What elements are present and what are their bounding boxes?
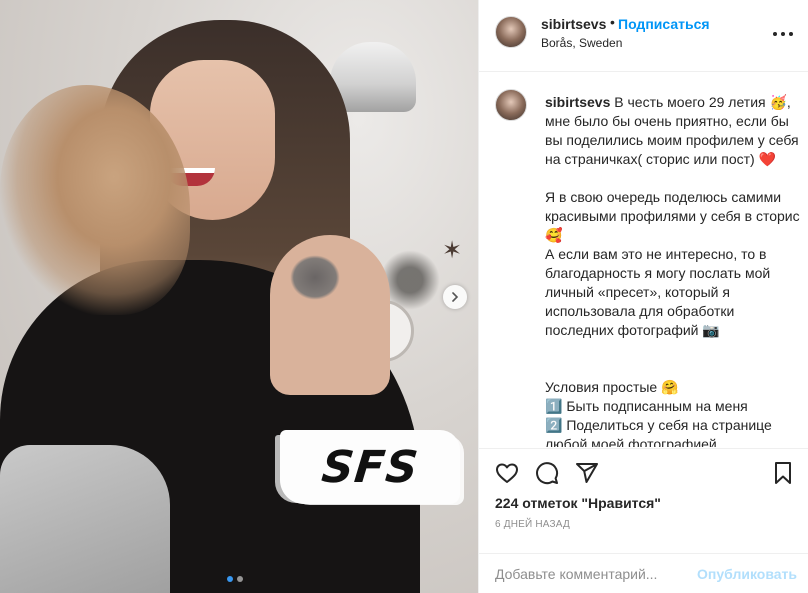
comments-area[interactable]: sibirtsevs В честь моего 29 летия 🥳, мне…: [479, 73, 808, 447]
caption-username[interactable]: sibirtsevs: [545, 94, 610, 110]
comment-icon[interactable]: [535, 461, 559, 485]
location-link[interactable]: Borås, Sweden: [541, 36, 622, 50]
more-options-icon[interactable]: [773, 26, 793, 42]
carousel-indicator: [227, 576, 243, 582]
post-caption: sibirtsevs В честь моего 29 летия 🥳, мне…: [545, 93, 801, 447]
post-actions: 224 отметок "Нравится" 6 ДНЕЙ НАЗАД Опуб…: [479, 448, 808, 593]
bookmark-icon[interactable]: [771, 461, 795, 485]
post-header: sibirtsevs • Подписаться Borås, Sweden: [479, 0, 808, 72]
post-photo[interactable]: ✶ SFS: [0, 0, 478, 593]
share-icon[interactable]: [575, 461, 599, 485]
post-comment-button[interactable]: Опубликовать: [697, 566, 797, 582]
sfs-text: SFS: [319, 441, 421, 493]
caption-text: В честь моего 29 летия 🥳, мне было бы оч…: [545, 94, 800, 447]
carousel-next-button[interactable]: [443, 285, 467, 309]
comment-input[interactable]: [495, 564, 690, 584]
sfs-overlay: SFS: [280, 430, 460, 504]
separator-dot: •: [610, 14, 615, 30]
heart-icon[interactable]: [495, 461, 519, 485]
caption-avatar[interactable]: [495, 89, 527, 121]
post-timestamp[interactable]: 6 ДНЕЙ НАЗАД: [495, 519, 570, 530]
avatar[interactable]: [495, 16, 527, 48]
likes-count[interactable]: 224 отметок "Нравится": [495, 495, 661, 511]
sofa: [0, 445, 170, 593]
carousel-dot-active: [227, 576, 233, 582]
shoulder-tattoo: [290, 255, 340, 300]
post-side-panel: sibirtsevs • Подписаться Borås, Sweden s…: [478, 0, 808, 593]
add-comment-bar: Опубликовать: [479, 553, 808, 593]
header-username[interactable]: sibirtsevs: [541, 16, 606, 32]
follow-button[interactable]: Подписаться: [618, 16, 710, 32]
star-decoration: ✶: [442, 236, 463, 264]
carousel-dot: [237, 576, 243, 582]
chevron-right-icon: [452, 292, 459, 302]
